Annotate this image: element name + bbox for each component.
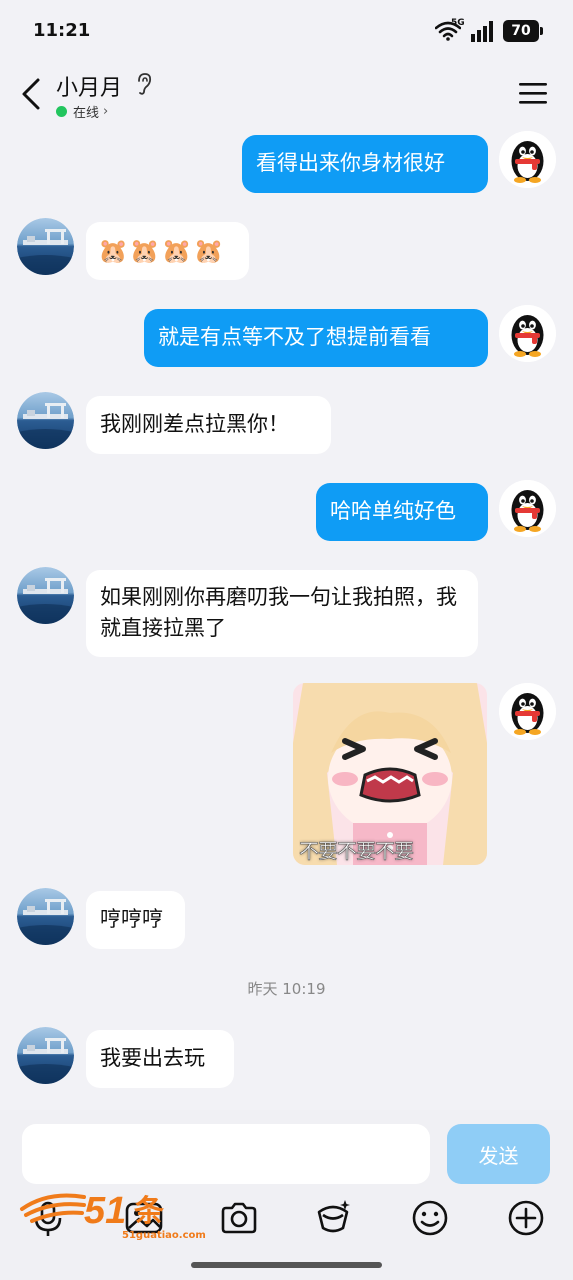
menu-icon[interactable] xyxy=(519,82,547,104)
signal-icon: 5G xyxy=(451,18,495,42)
status-bar: 11:21 5G 70 xyxy=(0,0,573,60)
watermark-url: 51guatiao.com xyxy=(122,1230,206,1241)
message-bubble-me[interactable]: 就是有点等不及了想提前看看 xyxy=(144,309,488,367)
message-text: 如果刚刚你再磨叨我一句让我拍照，我就直接拉黑了 xyxy=(100,585,457,640)
chevron-right-icon: › xyxy=(103,104,109,119)
svg-text:条: 条 xyxy=(134,1194,164,1229)
message-text: 哼哼哼 xyxy=(100,907,163,931)
send-button[interactable]: 发送 xyxy=(447,1124,550,1184)
message-bubble-me[interactable]: 看得出来你身材很好 xyxy=(242,135,488,193)
online-dot xyxy=(56,106,67,117)
network-type: 5G xyxy=(451,18,465,28)
watermark-graphic: 51 条 xyxy=(20,1190,164,1232)
message-text: 我刚刚差点拉黑你！ xyxy=(100,412,289,436)
battery-level: 70 xyxy=(511,23,531,39)
message-text: 看得出来你身材很好 xyxy=(256,151,445,175)
chat-header: 小月月 在线 › xyxy=(0,60,573,130)
emoji-hamster-icons: 🐹🐹🐹🐹 xyxy=(98,237,226,265)
plus-icon[interactable] xyxy=(506,1198,546,1238)
back-icon[interactable] xyxy=(18,76,48,112)
red-packet-icon[interactable] xyxy=(313,1198,353,1238)
message-text: 就是有点等不及了想提前看看 xyxy=(158,325,431,349)
contact-avatar[interactable] xyxy=(17,218,74,275)
battery-icon: 70 xyxy=(503,20,543,42)
sticker-image[interactable]: 不要不要不要 xyxy=(293,683,487,865)
my-avatar[interactable] xyxy=(499,683,556,740)
message-text: 我要出去玩 xyxy=(100,1046,205,1070)
message-text: 哈哈单纯好色 xyxy=(330,499,456,523)
sticker-caption: 不要不要不要 xyxy=(299,839,414,864)
svg-text:51: 51 xyxy=(84,1190,126,1231)
message-bubble-peer[interactable]: 如果刚刚你再磨叨我一句让我拍照，我就直接拉黑了 xyxy=(86,570,478,657)
my-avatar[interactable] xyxy=(499,305,556,362)
presence-status[interactable]: 在线 › xyxy=(56,102,108,121)
contact-name[interactable]: 小月月 xyxy=(56,70,122,102)
camera-icon[interactable] xyxy=(219,1198,259,1238)
message-bubble-peer[interactable]: 🐹🐹🐹🐹 xyxy=(86,222,249,280)
contact-avatar[interactable] xyxy=(17,567,74,624)
my-avatar[interactable] xyxy=(499,480,556,537)
message-bubble-peer[interactable]: 我刚刚差点拉黑你！ xyxy=(86,396,331,454)
contact-avatar[interactable] xyxy=(17,392,74,449)
presence-label: 在线 xyxy=(73,106,100,121)
time-divider: 昨天 10:19 xyxy=(247,980,326,998)
contact-avatar[interactable] xyxy=(17,888,74,945)
message-input[interactable] xyxy=(22,1124,430,1184)
status-time: 11:21 xyxy=(33,20,91,41)
home-indicator[interactable] xyxy=(191,1262,382,1268)
message-bubble-me[interactable]: 哈哈单纯好色 xyxy=(316,483,488,541)
watermark-logo: 51 条 51guatiao.com xyxy=(18,1183,206,1241)
message-bubble-peer[interactable]: 哼哼哼 xyxy=(86,891,185,949)
emoji-icon[interactable] xyxy=(410,1198,450,1238)
ear-icon[interactable] xyxy=(134,72,154,96)
message-bubble-peer[interactable]: 我要出去玩 xyxy=(86,1030,234,1088)
my-avatar[interactable] xyxy=(499,131,556,188)
status-icons: 5G 70 xyxy=(435,18,543,42)
contact-avatar[interactable] xyxy=(17,1027,74,1084)
